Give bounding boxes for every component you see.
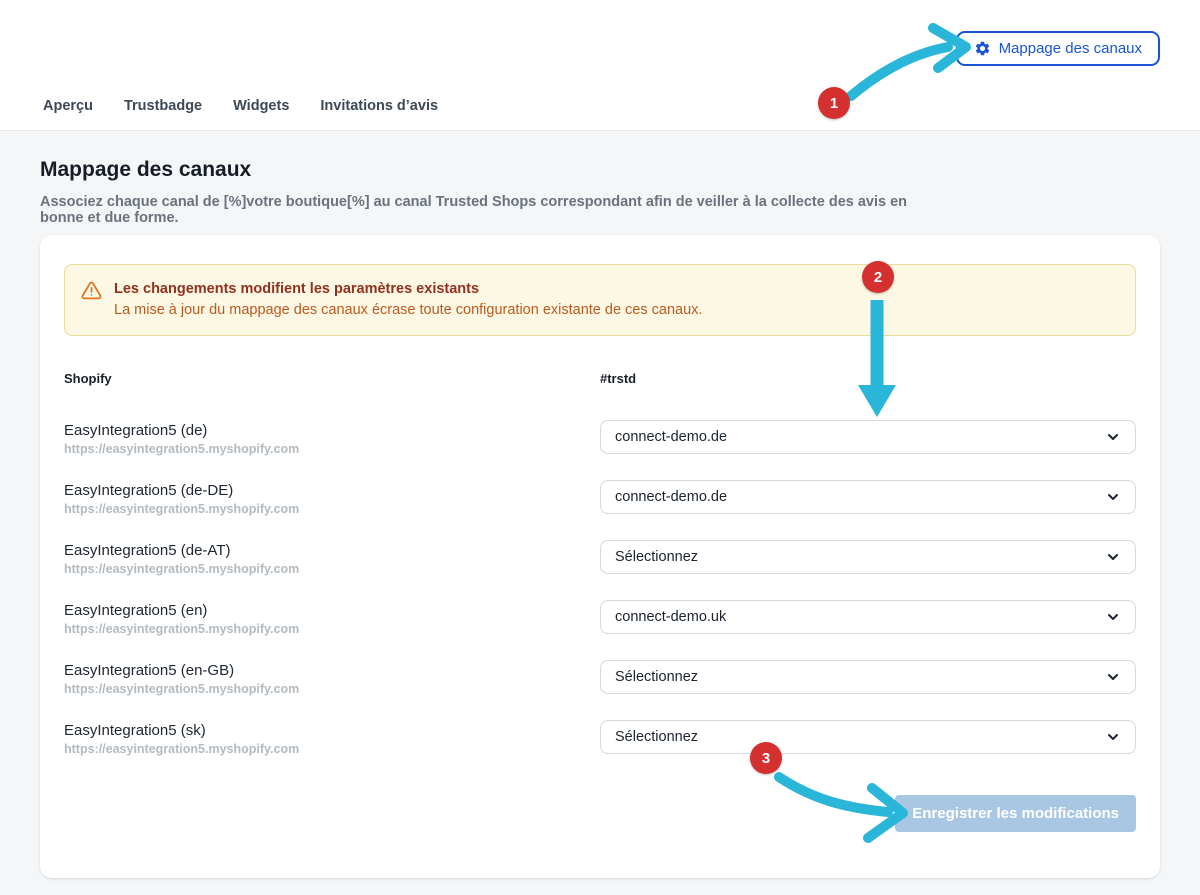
shop-url: https://easyintegration5.myshopify.com bbox=[64, 441, 600, 457]
warning-triangle-icon bbox=[81, 280, 102, 306]
save-row: Enregistrer les modifications bbox=[895, 795, 1136, 832]
shop-url: https://easyintegration5.myshopify.com bbox=[64, 741, 600, 757]
chevron-down-icon bbox=[1105, 489, 1121, 505]
chevron-down-icon bbox=[1105, 729, 1121, 745]
warning-text: Les changements modifient les paramètres… bbox=[114, 279, 702, 321]
chevron-down-icon bbox=[1105, 549, 1121, 565]
shop-url: https://easyintegration5.myshopify.com bbox=[64, 681, 600, 697]
shop-info: EasyIntegration5 (en-GB) https://easyint… bbox=[64, 660, 600, 697]
mapping-button-label: Mappage des canaux bbox=[999, 40, 1142, 57]
shop-info: EasyIntegration5 (sk) https://easyintegr… bbox=[64, 720, 600, 757]
page-title: Mappage des canaux bbox=[40, 158, 251, 182]
table-row: EasyIntegration5 (de-AT) https://easyint… bbox=[64, 540, 1136, 600]
gear-icon bbox=[974, 40, 991, 57]
tab-bar: Aperçu Trustbadge Widgets Invitations d’… bbox=[43, 94, 438, 118]
tab-widgets[interactable]: Widgets bbox=[233, 94, 289, 118]
page-subtitle: Associez chaque canal de [%]votre boutiq… bbox=[40, 194, 940, 226]
shop-name: EasyIntegration5 (de-AT) bbox=[64, 541, 600, 560]
mapping-des-canaux-button[interactable]: Mappage des canaux bbox=[956, 31, 1160, 66]
table-row: EasyIntegration5 (en-GB) https://easyint… bbox=[64, 660, 1136, 720]
table-row: EasyIntegration5 (de) https://easyintegr… bbox=[64, 420, 1136, 480]
shop-info: EasyIntegration5 (de-DE) https://easyint… bbox=[64, 480, 600, 517]
shop-info: EasyIntegration5 (de) https://easyintegr… bbox=[64, 420, 600, 457]
channel-select-de-DE[interactable]: connect-demo.de bbox=[600, 480, 1136, 514]
warning-title: Les changements modifient les paramètres… bbox=[114, 279, 702, 299]
channel-select-de-AT[interactable]: Sélectionnez bbox=[600, 540, 1136, 574]
channel-select-en-GB[interactable]: Sélectionnez bbox=[600, 660, 1136, 694]
shop-url: https://easyintegration5.myshopify.com bbox=[64, 561, 600, 577]
shop-name: EasyIntegration5 (de) bbox=[64, 421, 600, 440]
warning-description: La mise à jour du mappage des canaux écr… bbox=[114, 299, 702, 321]
shop-name: EasyIntegration5 (de-DE) bbox=[64, 481, 600, 500]
shop-url: https://easyintegration5.myshopify.com bbox=[64, 501, 600, 517]
column-headers: Shopify #trstd bbox=[64, 371, 1136, 386]
channel-select-en[interactable]: connect-demo.uk bbox=[600, 600, 1136, 634]
header: Mappage des canaux Aperçu Trustbadge Wid… bbox=[0, 0, 1200, 131]
channel-mapping-screen: Mappage des canaux Aperçu Trustbadge Wid… bbox=[0, 0, 1200, 895]
shop-name: EasyIntegration5 (en) bbox=[64, 601, 600, 620]
channel-mapping-card: Les changements modifient les paramètres… bbox=[40, 235, 1160, 878]
tab-invitations-avis[interactable]: Invitations d’avis bbox=[320, 94, 438, 118]
table-row: EasyIntegration5 (en) https://easyintegr… bbox=[64, 600, 1136, 660]
warning-banner: Les changements modifient les paramètres… bbox=[64, 264, 1136, 336]
save-button[interactable]: Enregistrer les modifications bbox=[895, 795, 1136, 832]
channel-select-value: connect-demo.uk bbox=[615, 609, 726, 625]
tab-apercu[interactable]: Aperçu bbox=[43, 94, 93, 118]
chevron-down-icon bbox=[1105, 669, 1121, 685]
column-header-trstd: #trstd bbox=[600, 371, 1136, 386]
channel-select-value: Sélectionnez bbox=[615, 729, 698, 745]
column-header-shopify: Shopify bbox=[64, 371, 600, 386]
chevron-down-icon bbox=[1105, 609, 1121, 625]
channel-select-value: Sélectionnez bbox=[615, 549, 698, 565]
shop-info: EasyIntegration5 (de-AT) https://easyint… bbox=[64, 540, 600, 577]
channel-select-value: connect-demo.de bbox=[615, 489, 727, 505]
mapping-rows: EasyIntegration5 (de) https://easyintegr… bbox=[64, 420, 1136, 780]
shop-info: EasyIntegration5 (en) https://easyintegr… bbox=[64, 600, 600, 637]
channel-select-value: Sélectionnez bbox=[615, 669, 698, 685]
table-row: EasyIntegration5 (sk) https://easyintegr… bbox=[64, 720, 1136, 780]
shop-url: https://easyintegration5.myshopify.com bbox=[64, 621, 600, 637]
chevron-down-icon bbox=[1105, 429, 1121, 445]
channel-select-de[interactable]: connect-demo.de bbox=[600, 420, 1136, 454]
channel-select-sk[interactable]: Sélectionnez bbox=[600, 720, 1136, 754]
shop-name: EasyIntegration5 (en-GB) bbox=[64, 661, 600, 680]
table-row: EasyIntegration5 (de-DE) https://easyint… bbox=[64, 480, 1136, 540]
shop-name: EasyIntegration5 (sk) bbox=[64, 721, 600, 740]
channel-select-value: connect-demo.de bbox=[615, 429, 727, 445]
tab-trustbadge[interactable]: Trustbadge bbox=[124, 94, 202, 118]
